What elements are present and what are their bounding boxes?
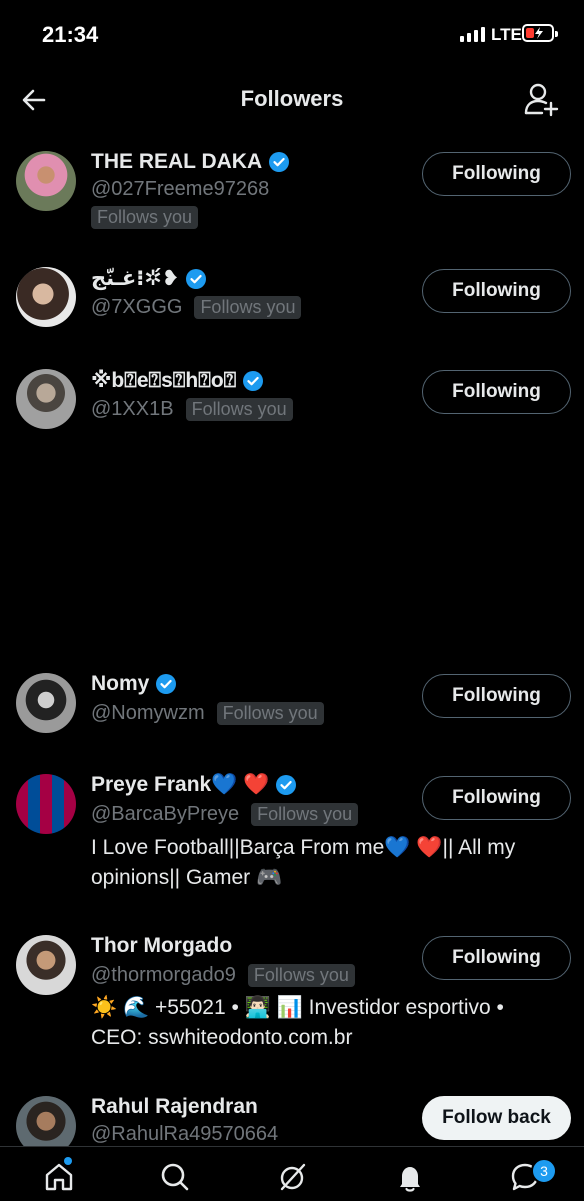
follows-you-badge: Follows you [251, 803, 359, 826]
follows-you-badge: Follows you [185, 398, 293, 421]
follower-handle: @RahulRa49570664 [91, 1123, 279, 1145]
follower-name: Rahul Rajendran [91, 1095, 258, 1118]
avatar[interactable] [16, 369, 76, 429]
status-time: 21:34 [42, 22, 99, 47]
follower-bio: ☀️ 🌊 +55021 • 👨🏻‍💻 📊 Investidor esportiv… [91, 996, 504, 1049]
following-button[interactable]: Following [422, 674, 571, 718]
follower-name: غـنّج⁝✲❥́ [91, 267, 180, 290]
following-button[interactable]: Following [422, 269, 571, 313]
bottom-tab-bar [0, 1146, 584, 1201]
verified-badge-icon [276, 775, 297, 795]
follows-you-badge: Follows you [247, 964, 355, 987]
follows-you-badge: Follows you [194, 296, 302, 319]
follower-handle: @1XX1B [91, 398, 174, 420]
avatar[interactable] [16, 774, 76, 834]
top-bar: Followers [0, 70, 584, 130]
following-button[interactable]: Following [422, 370, 571, 414]
network-type: LTE [491, 25, 522, 44]
follower-handle: @027Freeme97268 [91, 178, 270, 200]
grok-icon[interactable] [276, 1161, 308, 1193]
follower-name: THE REAL DAKA [91, 150, 263, 173]
add-user-icon[interactable] [520, 82, 560, 118]
follows-you-badge: Follows you [91, 206, 199, 229]
home-notification-dot [64, 1157, 72, 1165]
search-icon[interactable] [159, 1161, 191, 1193]
follower-handle: @thormorgado9 [91, 964, 236, 986]
messages-badge: 3 [531, 1158, 557, 1184]
follower-name: Nomy [91, 672, 150, 695]
following-button[interactable]: Following [422, 152, 571, 196]
follows-you-badge: Follows you [216, 702, 324, 725]
notifications-icon[interactable] [394, 1161, 426, 1193]
follower-handle: @BarcaByPreye [91, 803, 240, 825]
follower-bio: I Love Football||Barça From me💙 ❤️|| All… [91, 836, 516, 889]
follow-back-button[interactable]: Follow back [422, 1096, 571, 1140]
signal-icon [460, 27, 485, 42]
avatar[interactable] [16, 935, 76, 995]
follower-handle: @7XGGG [91, 296, 183, 318]
follower-handle: @Nomywzm [91, 702, 205, 724]
avatar[interactable] [16, 673, 76, 733]
home-icon[interactable] [43, 1161, 75, 1193]
following-button[interactable]: Following [422, 776, 571, 820]
verified-badge-icon [186, 268, 207, 289]
following-button[interactable]: Following [422, 936, 571, 980]
follower-name: Preye Frank💙 ❤️ [91, 773, 270, 796]
verified-badge-icon [243, 370, 264, 391]
avatar[interactable] [16, 151, 76, 211]
battery-icon [522, 24, 558, 42]
avatar[interactable] [16, 267, 76, 327]
status-bar: 21:34 LTE [0, 0, 584, 70]
verified-badge-icon [156, 674, 177, 694]
verified-badge-icon [269, 152, 290, 172]
page-title: Followers [240, 86, 344, 111]
follower-name: ※b⍰e⍰s⍰h⍰o⍰ [91, 369, 237, 392]
follower-name: Thor Morgado [91, 934, 233, 957]
